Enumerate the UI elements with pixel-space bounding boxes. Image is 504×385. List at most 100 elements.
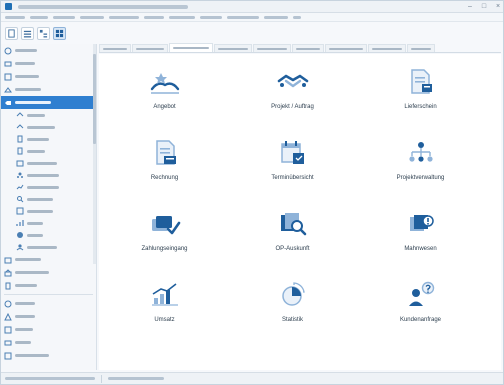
toolbar-button[interactable] — [21, 26, 34, 40]
sidebar-icon — [4, 282, 12, 290]
sidebar-icon — [4, 47, 12, 55]
sidebar-subitem[interactable] — [1, 193, 96, 205]
sidebar-subitem[interactable] — [1, 157, 96, 169]
tile-op-auskunft[interactable]: OP-Auskunft — [235, 204, 350, 275]
sidebar-icon — [4, 326, 12, 334]
tile-terminuebersicht[interactable]: Terminübersicht — [235, 133, 350, 204]
tile-mahnwesen[interactable]: Mahnwesen — [363, 204, 478, 275]
menu-item[interactable] — [264, 15, 288, 19]
tab[interactable] — [253, 44, 291, 52]
sidebar-icon — [16, 195, 24, 203]
status-text — [108, 377, 164, 380]
sidebar-subitem[interactable] — [1, 181, 96, 193]
sidebar-subitem[interactable] — [1, 229, 96, 241]
tile-lieferschein[interactable]: Lieferschein — [363, 62, 478, 133]
sidebar-item[interactable] — [1, 44, 96, 57]
tile-caption: Projektverwaltung — [396, 175, 445, 181]
menu-item[interactable] — [293, 15, 301, 19]
maximize-button[interactable]: □ — [479, 3, 489, 11]
tile-caption: Angebot — [153, 104, 176, 110]
menu-item[interactable] — [200, 15, 222, 19]
sidebar-subitem[interactable] — [1, 217, 96, 229]
menu-item[interactable] — [227, 15, 259, 19]
invoice-icon — [145, 137, 185, 169]
sidebar-item[interactable] — [1, 336, 96, 349]
sidebar-subitem[interactable] — [1, 205, 96, 217]
sidebar-icon — [4, 86, 12, 94]
tile-angebot[interactable]: Angebot — [107, 62, 222, 133]
customer-inquiry-icon — [401, 279, 441, 311]
sidebar-scrollbar[interactable] — [93, 44, 96, 264]
tab[interactable] — [292, 44, 324, 52]
tile-view-icon — [55, 29, 64, 37]
sidebar-icon — [16, 147, 24, 155]
tile-caption: Mahnwesen — [404, 246, 437, 252]
toolbar-button-active[interactable] — [53, 26, 66, 40]
close-button[interactable]: × — [493, 3, 503, 11]
sidebar-icon — [4, 73, 12, 81]
tile-statistik[interactable]: Statistik — [235, 275, 350, 346]
sidebar-item[interactable] — [1, 57, 96, 70]
sidebar-item[interactable] — [1, 83, 96, 96]
window-title — [18, 4, 188, 9]
sidebar-icon — [16, 171, 24, 179]
sidebar-item[interactable] — [1, 253, 96, 266]
tile-umsatz[interactable]: Umsatz — [107, 275, 222, 346]
sidebar-icon — [4, 99, 12, 107]
minimize-button[interactable]: – — [465, 3, 475, 11]
menu-item[interactable] — [80, 15, 104, 19]
sidebar-subitem[interactable] — [1, 145, 96, 157]
tab[interactable] — [407, 44, 435, 52]
sidebar-item-selected[interactable] — [1, 96, 96, 109]
menu-item[interactable] — [30, 15, 48, 19]
tile-projektverwaltung[interactable]: Projektverwaltung — [363, 133, 478, 204]
sidebar-item[interactable] — [1, 323, 96, 336]
status-text — [5, 377, 95, 380]
tile-kundenanfrage[interactable]: Kundenanfrage — [363, 275, 478, 346]
tile-projekt-auftrag[interactable]: Projekt / Auftrag — [235, 62, 350, 133]
tab-strip — [99, 43, 501, 53]
tile-rechnung[interactable]: Rechnung — [107, 133, 222, 204]
sidebar-item[interactable] — [1, 266, 96, 279]
sidebar-icon — [4, 312, 12, 321]
sidebar-icon — [4, 300, 12, 308]
sidebar-item[interactable] — [1, 349, 96, 362]
tab-active[interactable] — [169, 43, 213, 52]
calendar-icon — [273, 137, 313, 169]
sidebar-subitem[interactable] — [1, 241, 96, 253]
tile-caption: Statistik — [281, 317, 303, 323]
sidebar-subitem[interactable] — [1, 109, 96, 121]
tile-caption: Projekt / Auftrag — [271, 104, 314, 110]
sidebar-subitem[interactable] — [1, 169, 96, 181]
delivery-note-icon — [401, 66, 441, 98]
sidebar-subitem[interactable] — [1, 121, 96, 133]
pie-chart-icon — [273, 279, 313, 311]
menu-item[interactable] — [53, 15, 75, 19]
tab[interactable] — [325, 44, 367, 52]
tile-grid: Angebot Projekt / Auftrag Lieferschein R… — [107, 62, 499, 346]
toolbar-button[interactable] — [5, 26, 18, 40]
tab[interactable] — [214, 44, 252, 52]
sidebar-item[interactable] — [1, 310, 96, 323]
sidebar-icon — [16, 231, 24, 239]
tile-caption: OP-Auskunft — [275, 246, 310, 252]
sidebar-item[interactable] — [1, 70, 96, 83]
sidebar-item[interactable] — [1, 279, 96, 292]
sidebar-item[interactable] — [1, 297, 96, 310]
menu-item[interactable] — [144, 15, 164, 19]
menu-item[interactable] — [109, 15, 139, 19]
sidebar-icon — [4, 352, 12, 360]
tab[interactable] — [132, 44, 168, 52]
toolbar-button[interactable] — [37, 26, 50, 40]
tab[interactable] — [99, 44, 131, 52]
tile-zahlungseingang[interactable]: Zahlungseingang — [107, 204, 222, 275]
app-window: – □ × Angebot Projekt / Auftrag Liefersc… — [0, 0, 504, 385]
sidebar-subitem[interactable] — [1, 133, 96, 145]
menu-item[interactable] — [5, 15, 25, 19]
tree-view-icon — [39, 29, 48, 37]
tab[interactable] — [368, 44, 406, 52]
sidebar-scrollbar-thumb[interactable] — [93, 54, 96, 144]
status-bar — [1, 372, 503, 384]
menu-item[interactable] — [169, 15, 195, 19]
title-bar: – □ × — [1, 1, 503, 13]
